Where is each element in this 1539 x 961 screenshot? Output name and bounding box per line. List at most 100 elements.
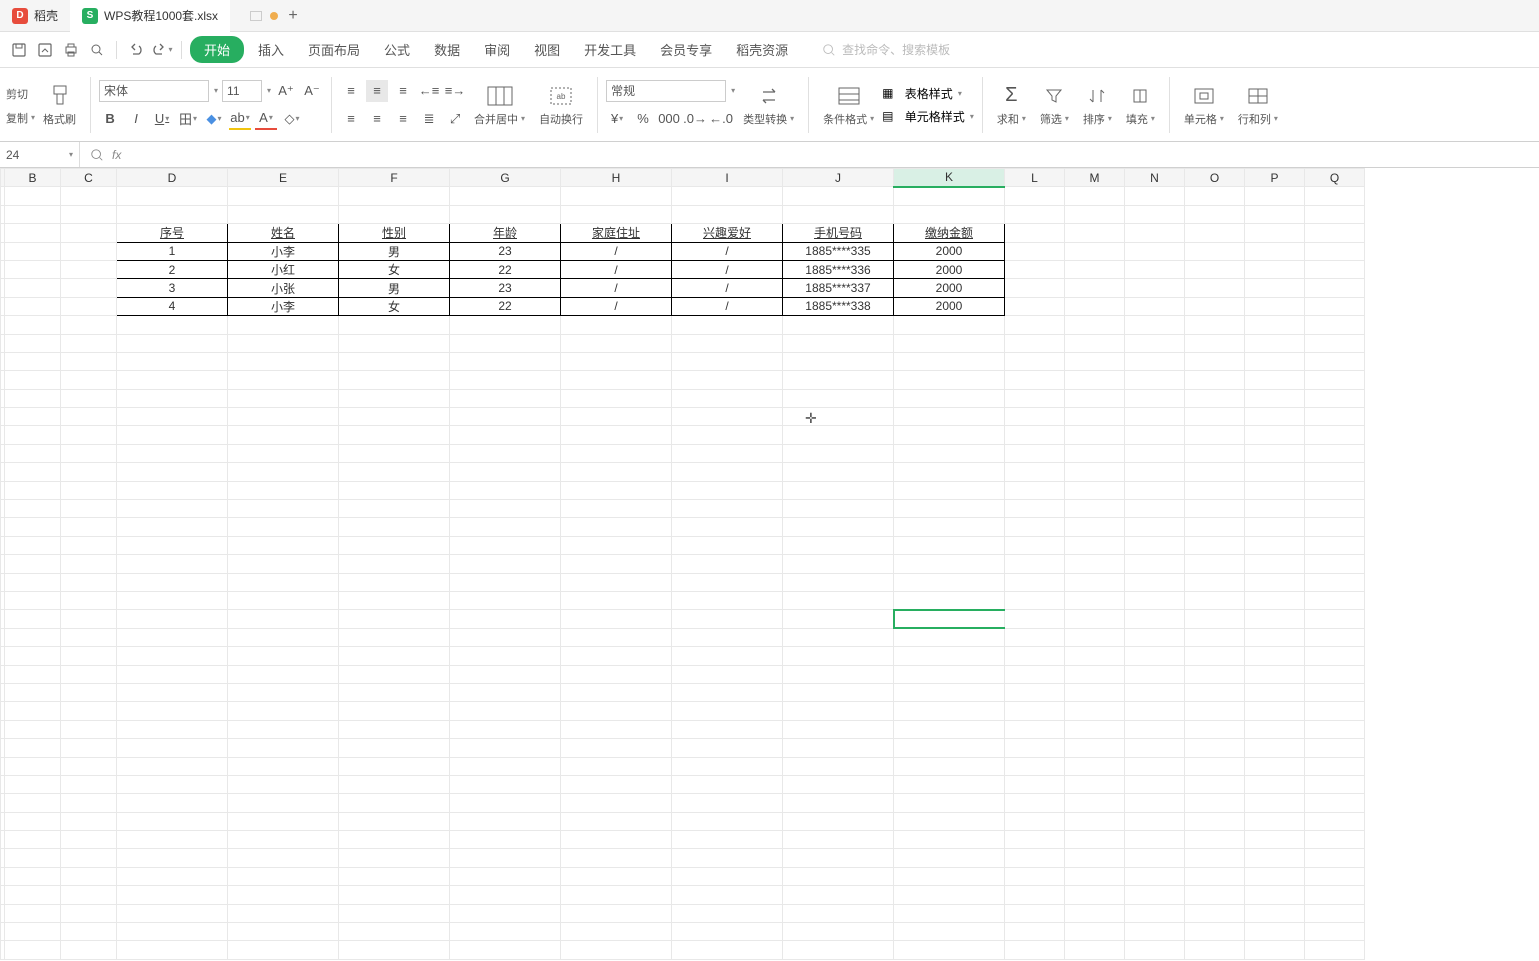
cell-J26[interactable] <box>783 647 894 665</box>
cell-D22[interactable] <box>117 573 228 591</box>
undo-icon[interactable] <box>125 39 147 61</box>
cell-L11[interactable] <box>1005 371 1065 389</box>
cell-I13[interactable] <box>672 408 783 426</box>
cell-C5[interactable] <box>61 260 117 278</box>
cell-P36[interactable] <box>1245 831 1305 849</box>
cell-I12[interactable] <box>672 389 783 407</box>
cell-C3[interactable] <box>61 224 117 242</box>
cell-M36[interactable] <box>1065 831 1125 849</box>
cell-J33[interactable] <box>783 775 894 793</box>
cell-I35[interactable] <box>672 812 783 830</box>
cell-F16[interactable] <box>339 463 450 481</box>
cell-D37[interactable] <box>117 849 228 867</box>
cell-E30[interactable] <box>228 720 339 738</box>
menu-tab-insert[interactable]: 插入 <box>248 36 294 63</box>
cell-C4[interactable] <box>61 242 117 260</box>
cell-L25[interactable] <box>1005 628 1065 646</box>
cell-G36[interactable] <box>450 831 561 849</box>
cell-G27[interactable] <box>450 665 561 683</box>
cell-P17[interactable] <box>1245 481 1305 499</box>
cell-Q5[interactable] <box>1305 260 1365 278</box>
cell-H16[interactable] <box>561 463 672 481</box>
align-top-icon[interactable]: ≡ <box>340 80 362 102</box>
cell-M27[interactable] <box>1065 665 1125 683</box>
cell-N16[interactable] <box>1125 463 1185 481</box>
cell-C16[interactable] <box>61 463 117 481</box>
cell-G14[interactable] <box>450 426 561 444</box>
cell-K13[interactable] <box>894 408 1005 426</box>
cell-N32[interactable] <box>1125 757 1185 775</box>
cell-N36[interactable] <box>1125 831 1185 849</box>
cell-B20[interactable] <box>5 536 61 554</box>
cell-J30[interactable] <box>783 720 894 738</box>
cell-M29[interactable] <box>1065 702 1125 720</box>
cell-H2[interactable] <box>561 205 672 223</box>
fx-label[interactable]: fx <box>112 148 121 162</box>
cell-O41[interactable] <box>1185 923 1245 941</box>
cell-I23[interactable] <box>672 591 783 609</box>
cell-K30[interactable] <box>894 720 1005 738</box>
cell-O39[interactable] <box>1185 886 1245 904</box>
justify-icon[interactable]: ≣ <box>418 108 440 130</box>
cell-G32[interactable] <box>450 757 561 775</box>
cell-E40[interactable] <box>228 904 339 922</box>
cell-H28[interactable] <box>561 683 672 701</box>
cell-K22[interactable] <box>894 573 1005 591</box>
cell-L36[interactable] <box>1005 831 1065 849</box>
cell-I17[interactable] <box>672 481 783 499</box>
cell-J31[interactable] <box>783 739 894 757</box>
cell-K5[interactable]: 2000 <box>894 260 1005 278</box>
font-size-select[interactable] <box>222 80 262 102</box>
cell-I14[interactable] <box>672 426 783 444</box>
cell-N4[interactable] <box>1125 242 1185 260</box>
align-middle-icon[interactable]: ≡ <box>366 80 388 102</box>
font-grow-icon[interactable]: A⁺ <box>275 80 297 102</box>
cell-O20[interactable] <box>1185 536 1245 554</box>
cell-H17[interactable] <box>561 481 672 499</box>
cell-K41[interactable] <box>894 923 1005 941</box>
copy-label[interactable]: 复制▾ <box>6 110 35 126</box>
cell-M38[interactable] <box>1065 867 1125 885</box>
cell-P1[interactable] <box>1245 187 1305 205</box>
cell-Q2[interactable] <box>1305 205 1365 223</box>
cell-M22[interactable] <box>1065 573 1125 591</box>
search-fn-icon[interactable] <box>90 148 104 162</box>
cell-J9[interactable] <box>783 334 894 352</box>
cell-M23[interactable] <box>1065 591 1125 609</box>
cell-J27[interactable] <box>783 665 894 683</box>
cell-H8[interactable] <box>561 316 672 334</box>
highlight-button[interactable]: ab▾ <box>229 108 251 130</box>
cell-J41[interactable] <box>783 923 894 941</box>
cell-I1[interactable] <box>672 187 783 205</box>
cell-I25[interactable] <box>672 628 783 646</box>
cell-D11[interactable] <box>117 371 228 389</box>
cell-N14[interactable] <box>1125 426 1185 444</box>
cell-D40[interactable] <box>117 904 228 922</box>
cell-K26[interactable] <box>894 647 1005 665</box>
cell-O23[interactable] <box>1185 591 1245 609</box>
cell-J6[interactable]: 1885****337 <box>783 279 894 297</box>
cell-M9[interactable] <box>1065 334 1125 352</box>
cell-G20[interactable] <box>450 536 561 554</box>
col-header-H[interactable]: H <box>561 169 672 187</box>
cell-J17[interactable] <box>783 481 894 499</box>
cell-E5[interactable]: 小红 <box>228 260 339 278</box>
cell-E33[interactable] <box>228 775 339 793</box>
cell-D7[interactable]: 4 <box>117 297 228 315</box>
cell-Q13[interactable] <box>1305 408 1365 426</box>
cell-C33[interactable] <box>61 775 117 793</box>
cell-Q28[interactable] <box>1305 683 1365 701</box>
cell-M40[interactable] <box>1065 904 1125 922</box>
cell-P13[interactable] <box>1245 408 1305 426</box>
cell-M3[interactable] <box>1065 224 1125 242</box>
cell-G23[interactable] <box>450 591 561 609</box>
cell-L4[interactable] <box>1005 242 1065 260</box>
cell-P22[interactable] <box>1245 573 1305 591</box>
cell-Q20[interactable] <box>1305 536 1365 554</box>
cell-E15[interactable] <box>228 444 339 462</box>
cell-Q36[interactable] <box>1305 831 1365 849</box>
cell-E28[interactable] <box>228 683 339 701</box>
cell-P38[interactable] <box>1245 867 1305 885</box>
col-header-I[interactable]: I <box>672 169 783 187</box>
cell-D36[interactable] <box>117 831 228 849</box>
